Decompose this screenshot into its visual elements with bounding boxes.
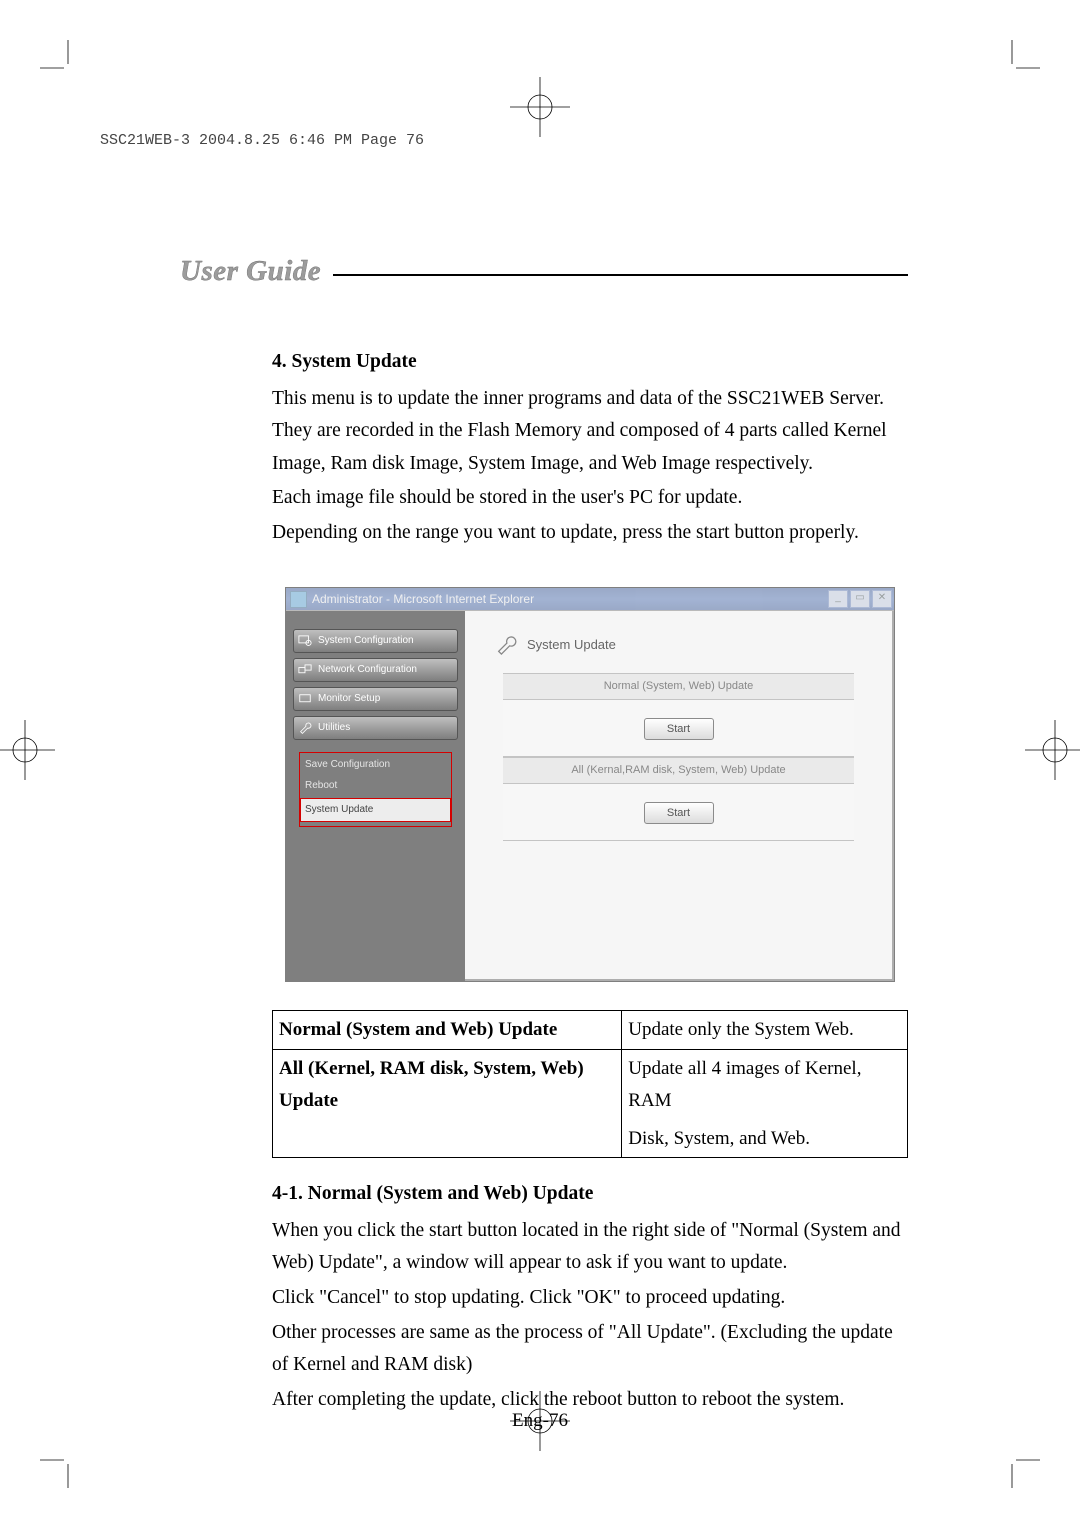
- sidebar-item-label: Network Configuration: [318, 662, 417, 679]
- subsection-heading: 4-1. Normal (System and Web) Update: [272, 1178, 908, 1211]
- update-panel-normal: Normal (System, Web) Update Start All (K…: [503, 673, 854, 841]
- table-cell-value: Update only the System Web.: [622, 1011, 908, 1050]
- window-title: Administrator - Microsoft Internet Explo…: [312, 589, 828, 609]
- paragraph: Click "Cancel" to stop updating. Click "…: [272, 1282, 908, 1315]
- sidebar-sub-system-update[interactable]: System Update: [300, 798, 451, 823]
- wrench-icon: [298, 722, 312, 734]
- table-row: All (Kernel, RAM disk, System, Web) Upda…: [273, 1050, 908, 1120]
- sidebar-item-monitor-setup[interactable]: Monitor Setup: [293, 687, 458, 711]
- paragraph: When you click the start button located …: [272, 1215, 908, 1280]
- panel-title: All (Kernal,RAM disk, System, Web) Updat…: [503, 757, 854, 783]
- maximize-button[interactable]: ▭: [850, 590, 870, 608]
- crop-mark-top-right: [1000, 40, 1040, 80]
- crop-mark-bottom-right: [1000, 1448, 1040, 1488]
- sidebar-item-utilities[interactable]: Utilities: [293, 716, 458, 740]
- paragraph: Other processes are same as the process …: [272, 1317, 908, 1382]
- minimize-button[interactable]: _: [828, 590, 848, 608]
- sidebar-sub-reboot[interactable]: Reboot: [303, 776, 448, 798]
- section-heading: 4. System Update: [272, 346, 908, 379]
- user-guide-title: User Guide: [180, 255, 333, 288]
- table-cell-key: Normal (System and Web) Update: [273, 1011, 622, 1050]
- titlebar: Administrator - Microsoft Internet Explo…: [286, 588, 894, 610]
- user-guide-banner: User Guide: [180, 255, 908, 288]
- ie-icon: [290, 591, 307, 608]
- content-area: User Guide 4. System Update This menu is…: [200, 255, 908, 1418]
- embedded-browser-window: Administrator - Microsoft Internet Explo…: [285, 587, 895, 982]
- banner-rule: [333, 274, 908, 276]
- body: 4. System Update This menu is to update …: [272, 346, 908, 1416]
- sidebar-item-label: Utilities: [318, 720, 350, 737]
- monitor-gear-icon: [298, 635, 312, 647]
- update-type-table: Normal (System and Web) Update Update on…: [272, 1010, 908, 1158]
- sidebar: System Configuration Network Configurati…: [286, 611, 465, 981]
- paragraph: This menu is to update the inner program…: [272, 383, 908, 481]
- panel-title: Normal (System, Web) Update: [503, 673, 854, 699]
- start-button-all[interactable]: Start: [644, 802, 714, 824]
- sidebar-item-system-config[interactable]: System Configuration: [293, 629, 458, 653]
- browser-body: System Configuration Network Configurati…: [286, 610, 894, 981]
- page-number: Eng-76: [0, 1410, 1080, 1432]
- registration-mark-right: [1025, 720, 1080, 780]
- window-buttons: _ ▭ ✕: [828, 590, 894, 608]
- sidebar-item-network-config[interactable]: Network Configuration: [293, 658, 458, 682]
- table-cell-value: Update all 4 images of Kernel, RAM: [622, 1050, 908, 1120]
- monitor-icon: [298, 693, 312, 705]
- crop-mark-bottom-left: [40, 1448, 80, 1488]
- wrench-icon: [495, 633, 517, 655]
- sidebar-highlight-box: Save Configuration Reboot System Update: [299, 752, 452, 827]
- main-panel: System Update Normal (System, Web) Updat…: [465, 611, 894, 981]
- sidebar-sub-save-config[interactable]: Save Configuration: [303, 755, 448, 776]
- table-row: Normal (System and Web) Update Update on…: [273, 1011, 908, 1050]
- registration-mark-left: [0, 720, 55, 780]
- start-button-normal[interactable]: Start: [644, 718, 714, 740]
- slugline: SSC21WEB-3 2004.8.25 6:46 PM Page 76: [100, 132, 424, 149]
- crop-mark-top-left: [40, 40, 80, 80]
- main-header: System Update: [465, 611, 892, 655]
- table-cell-key: All (Kernel, RAM disk, System, Web) Upda…: [273, 1050, 622, 1158]
- registration-mark-top: [510, 77, 570, 137]
- paragraph: Depending on the range you want to updat…: [272, 517, 908, 550]
- paragraph: Each image file should be stored in the …: [272, 482, 908, 515]
- table-cell-value: Disk, System, and Web.: [622, 1120, 908, 1158]
- network-icon: [298, 664, 312, 676]
- page: SSC21WEB-3 2004.8.25 6:46 PM Page 76 Use…: [0, 0, 1080, 1528]
- main-title: System Update: [527, 634, 616, 656]
- sidebar-item-label: Monitor Setup: [318, 691, 380, 708]
- sidebar-sublist: Save Configuration Reboot System Update: [293, 745, 458, 829]
- close-button[interactable]: ✕: [872, 590, 892, 608]
- sidebar-item-label: System Configuration: [318, 633, 414, 650]
